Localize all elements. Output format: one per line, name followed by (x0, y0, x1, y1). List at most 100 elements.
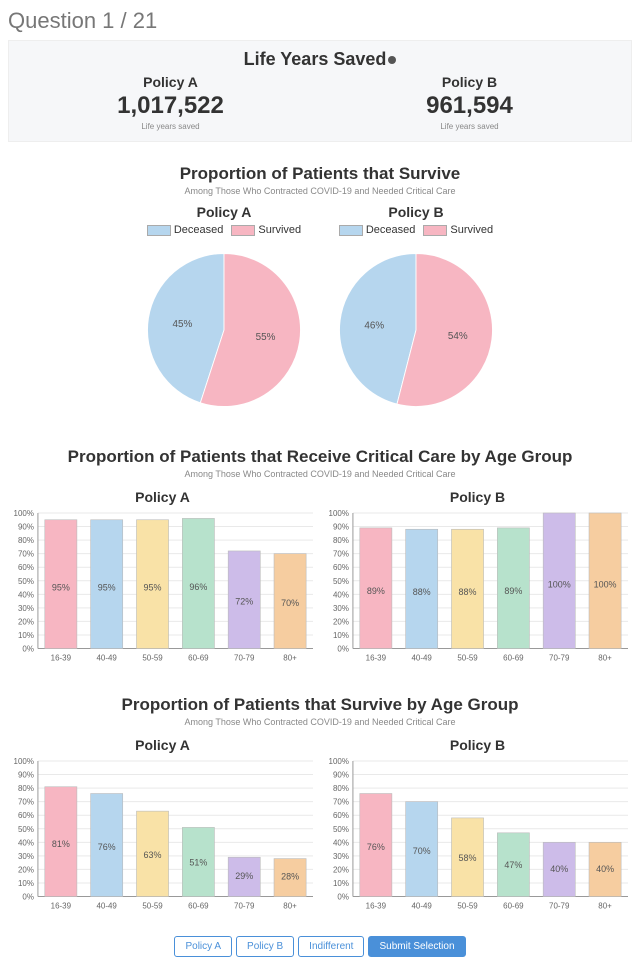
svg-text:100%: 100% (329, 509, 349, 518)
bar-chart-sv-policy-b: 0%10%20%30%40%50%60%70%80%90%100%76%16-3… (323, 757, 632, 916)
question-counter: Question 1 / 21 (8, 8, 632, 34)
svg-text:60-69: 60-69 (188, 653, 209, 662)
svg-text:40-49: 40-49 (411, 902, 432, 911)
choose-indifferent-button[interactable]: Indifferent (298, 936, 364, 957)
svg-text:100%: 100% (14, 509, 34, 518)
svg-text:58%: 58% (459, 854, 477, 864)
svg-text:60-69: 60-69 (188, 902, 209, 911)
svg-text:95%: 95% (144, 583, 162, 593)
svg-text:40-49: 40-49 (96, 902, 117, 911)
pie-a-label: Policy A (134, 204, 314, 220)
svg-text:95%: 95% (52, 583, 70, 593)
svg-text:80+: 80+ (283, 902, 297, 911)
svg-text:16-39: 16-39 (51, 902, 72, 911)
svg-text:70%: 70% (413, 846, 431, 856)
svg-text:40%: 40% (18, 839, 34, 848)
svg-text:60%: 60% (18, 563, 34, 572)
svg-text:70-79: 70-79 (234, 653, 255, 662)
svg-text:29%: 29% (235, 871, 253, 881)
svg-text:89%: 89% (504, 586, 522, 596)
choose-policy-b-button[interactable]: Policy B (236, 936, 294, 957)
svg-text:60%: 60% (333, 563, 349, 572)
svg-text:70%: 70% (281, 598, 299, 608)
svg-text:0%: 0% (22, 645, 34, 654)
svg-text:60-69: 60-69 (503, 902, 524, 911)
svg-text:20%: 20% (18, 866, 34, 875)
svg-text:10%: 10% (18, 631, 34, 640)
svg-text:0%: 0% (337, 893, 349, 902)
svg-text:100%: 100% (14, 757, 34, 766)
svg-text:95%: 95% (98, 583, 116, 593)
svg-text:80+: 80+ (598, 902, 612, 911)
pie-legend: Deceased Survived (326, 224, 506, 236)
svg-text:30%: 30% (333, 852, 349, 861)
critical-care-section: Proportion of Patients that Receive Crit… (8, 447, 632, 673)
svg-text:89%: 89% (367, 586, 385, 596)
policy-b-label: Policy B (320, 74, 619, 90)
swatch-survived-icon (423, 225, 447, 236)
svg-text:40%: 40% (333, 590, 349, 599)
bar-chart-cc-policy-b: 0%10%20%30%40%50%60%70%80%90%100%89%16-3… (323, 509, 632, 668)
svg-text:80%: 80% (333, 536, 349, 545)
swatch-survived-icon (231, 225, 255, 236)
pie-chart-policy-a: 45%55% (134, 240, 314, 420)
svg-text:50%: 50% (333, 825, 349, 834)
svg-text:30%: 30% (18, 604, 34, 613)
section-title: Proportion of Patients that Survive by A… (8, 695, 632, 715)
svg-text:63%: 63% (144, 851, 162, 861)
svg-text:16-39: 16-39 (51, 653, 72, 662)
svg-text:100%: 100% (548, 580, 571, 590)
swatch-deceased-icon (339, 225, 363, 236)
svg-text:16-39: 16-39 (366, 653, 387, 662)
svg-text:60%: 60% (333, 812, 349, 821)
svg-text:54%: 54% (448, 331, 468, 342)
section-sub: Among Those Who Contracted COVID-19 and … (8, 469, 632, 479)
svg-text:47%: 47% (504, 860, 522, 870)
svg-text:70%: 70% (333, 798, 349, 807)
bars-sv-a-label: Policy A (8, 737, 317, 753)
survival-section: Proportion of Patients that Survive Amon… (8, 164, 632, 425)
svg-text:0%: 0% (337, 645, 349, 654)
policy-a-label: Policy A (21, 74, 320, 90)
svg-text:16-39: 16-39 (366, 902, 387, 911)
svg-text:70%: 70% (18, 550, 34, 559)
life-years-panel: Life Years Saved Policy A 1,017,522 Life… (8, 40, 632, 142)
svg-text:96%: 96% (189, 582, 207, 592)
svg-text:88%: 88% (459, 587, 477, 597)
svg-text:50%: 50% (333, 577, 349, 586)
svg-text:90%: 90% (18, 771, 34, 780)
info-icon[interactable] (388, 56, 396, 64)
svg-text:76%: 76% (98, 843, 116, 853)
section-title: Proportion of Patients that Receive Crit… (8, 447, 632, 467)
svg-text:81%: 81% (52, 840, 70, 850)
submit-selection-button[interactable]: Submit Selection (368, 936, 465, 957)
svg-text:51%: 51% (189, 858, 207, 868)
choose-policy-a-button[interactable]: Policy A (174, 936, 232, 957)
pie-legend: Deceased Survived (134, 224, 314, 236)
policy-a-value: 1,017,522 (21, 92, 320, 120)
survive-by-age-section: Proportion of Patients that Survive by A… (8, 695, 632, 921)
svg-text:28%: 28% (281, 872, 299, 882)
bars-cc-b-label: Policy B (323, 489, 632, 505)
svg-text:40-49: 40-49 (411, 653, 432, 662)
svg-text:50-59: 50-59 (457, 902, 478, 911)
pie-chart-policy-b: 46%54% (326, 240, 506, 420)
section-sub: Among Those Who Contracted COVID-19 and … (8, 717, 632, 727)
svg-text:10%: 10% (333, 631, 349, 640)
svg-text:100%: 100% (329, 757, 349, 766)
svg-text:88%: 88% (413, 587, 431, 597)
svg-text:50-59: 50-59 (142, 902, 163, 911)
svg-text:40%: 40% (333, 839, 349, 848)
svg-text:90%: 90% (18, 523, 34, 532)
policy-a-sub: Life years saved (21, 122, 320, 131)
svg-text:90%: 90% (333, 771, 349, 780)
svg-text:10%: 10% (333, 879, 349, 888)
svg-text:60%: 60% (18, 812, 34, 821)
bars-sv-b-label: Policy B (323, 737, 632, 753)
svg-text:76%: 76% (367, 843, 385, 853)
svg-text:50-59: 50-59 (457, 653, 478, 662)
svg-text:20%: 20% (333, 866, 349, 875)
svg-text:20%: 20% (18, 617, 34, 626)
bar-chart-sv-policy-a: 0%10%20%30%40%50%60%70%80%90%100%81%16-3… (8, 757, 317, 916)
svg-text:30%: 30% (333, 604, 349, 613)
